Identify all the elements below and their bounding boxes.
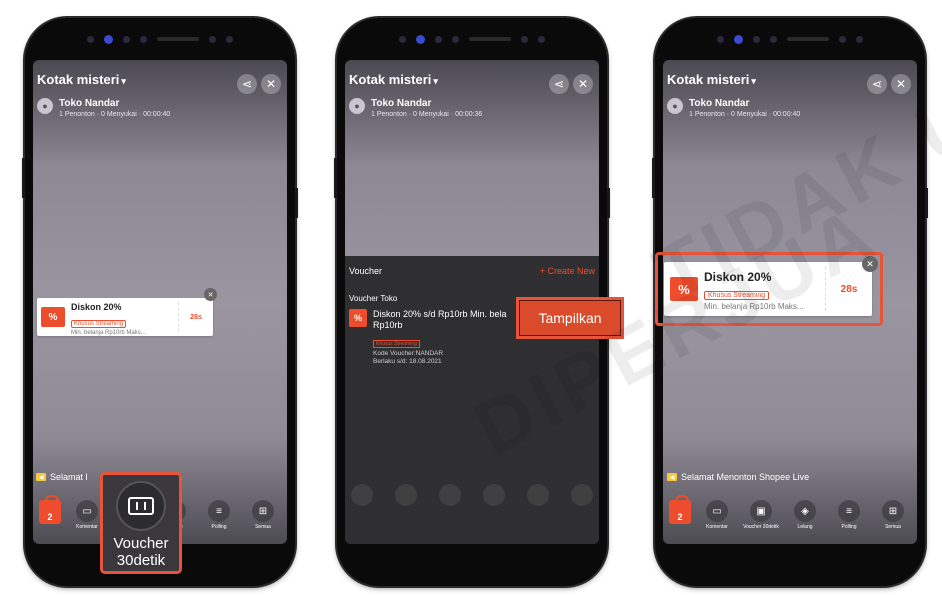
close-icon[interactable]: ✕ bbox=[573, 74, 593, 94]
voucher-icon: % bbox=[41, 307, 65, 327]
voucher-title: Diskon 20% bbox=[71, 302, 122, 312]
tampilkan-button[interactable]: Tampilkan bbox=[516, 297, 624, 339]
tool-polling[interactable]: ≡ Polling bbox=[201, 500, 237, 530]
cart-bag-icon[interactable]: 2 bbox=[39, 495, 61, 524]
polling-icon: ≡ bbox=[208, 500, 230, 522]
host-info: ● Toko Nandar 1 Penonton · 0 Menyukai · … bbox=[667, 98, 800, 118]
voucher-min: Min. belanja Rp10rb Maks... bbox=[704, 302, 804, 311]
power-button bbox=[925, 188, 928, 218]
share-icon[interactable]: ⋖ bbox=[867, 74, 887, 94]
panel-title: Voucher bbox=[349, 266, 383, 276]
voucher-icon bbox=[116, 481, 166, 531]
voucher-popup[interactable]: % Diskon 20% Khusus Streaming Min. belan… bbox=[37, 288, 217, 336]
power-button bbox=[295, 188, 298, 218]
tool-lelang[interactable]: ◈Lelang bbox=[787, 500, 823, 530]
avatar: ● bbox=[667, 98, 683, 114]
voucher-title: Diskon 20% bbox=[704, 270, 772, 284]
voucher-popup[interactable]: % Diskon 20% Khusus Streaming Min. belan… bbox=[664, 256, 878, 316]
avatar: ● bbox=[349, 98, 365, 114]
host-name: Toko Nandar bbox=[689, 98, 750, 109]
close-icon[interactable]: ✕ bbox=[261, 74, 281, 94]
avatar: ● bbox=[37, 98, 53, 114]
cart-bag-icon[interactable]: 2 bbox=[669, 495, 691, 524]
tool-voucher[interactable]: ▣Voucher 30detik bbox=[743, 500, 779, 530]
live-toolbar: 2 ▭Komentar ▣Voucher 30detik ◈Lelang ≡Po… bbox=[663, 495, 917, 530]
tool-semua[interactable]: ⊞ Semua bbox=[875, 500, 911, 530]
voucher-badge: Khusus Streaming bbox=[71, 320, 127, 328]
power-button bbox=[607, 188, 610, 218]
share-icon[interactable]: ⋖ bbox=[549, 74, 569, 94]
welcome-message: ◀ Selamat Menonton Shopee Live bbox=[667, 472, 809, 482]
create-new-link[interactable]: + Create New bbox=[540, 266, 595, 276]
share-icon[interactable]: ⋖ bbox=[237, 74, 257, 94]
tool-semua[interactable]: ⊞ Semua bbox=[245, 500, 281, 530]
megaphone-icon: ◀ bbox=[667, 473, 677, 481]
volume-button bbox=[334, 158, 337, 198]
voucher-icon: % bbox=[670, 277, 698, 301]
voucher-timer: 28s bbox=[190, 313, 202, 321]
tool-komentar[interactable]: ▭ Komentar bbox=[699, 500, 735, 530]
toolbar-shadow bbox=[351, 484, 593, 506]
voucher-item-title: Diskon 20% s/d Rp10rb Min. bela Rp10rb bbox=[373, 309, 507, 331]
voucher-code: Kode Voucher:NANDAR bbox=[373, 349, 444, 357]
close-icon[interactable]: ✕ bbox=[891, 74, 911, 94]
auction-icon: ◈ bbox=[794, 500, 816, 522]
voucher-callout[interactable]: Voucher 30detik bbox=[100, 472, 182, 574]
stream-stats: 1 Penonton · 0 Menyukai · 00:00:36 bbox=[371, 111, 483, 118]
stream-title[interactable]: Kotak misteri ▾ bbox=[667, 72, 756, 87]
host-name: Toko Nandar bbox=[59, 98, 120, 109]
tool-polling[interactable]: ≡ Polling bbox=[831, 500, 867, 530]
phone-sensors bbox=[655, 18, 925, 60]
stream-stats: 1 Penonton · 0 Menyukai · 00:00:40 bbox=[59, 111, 171, 118]
volume-button bbox=[652, 158, 655, 198]
close-icon[interactable]: ✕ bbox=[862, 256, 878, 272]
volume-button bbox=[22, 158, 25, 198]
voucher-icon: ▣ bbox=[750, 500, 772, 522]
host-info: ● Toko Nandar 1 Penonton · 0 Menyukai · … bbox=[349, 98, 482, 118]
grid-icon: ⊞ bbox=[882, 500, 904, 522]
megaphone-icon: ◀ bbox=[36, 473, 46, 481]
stream-title[interactable]: Kotak misteri ▾ bbox=[349, 72, 438, 87]
voucher-badge: Khusus Streaming bbox=[373, 339, 420, 348]
voucher-min: Min. belanja Rp10rb Maks... bbox=[71, 330, 146, 336]
grid-icon: ⊞ bbox=[252, 500, 274, 522]
voucher-callout-label: Voucher 30detik bbox=[113, 535, 169, 570]
close-icon[interactable]: ✕ bbox=[204, 288, 217, 301]
host-info: ● Toko Nandar 1 Penonton · 0 Menyukai · … bbox=[37, 98, 170, 118]
voucher-icon: % bbox=[349, 309, 367, 327]
voucher-badge: Khusus Streaming bbox=[704, 291, 770, 300]
voucher-valid: Berlaku s/d: 18.08.2021 bbox=[373, 357, 442, 365]
stream-title[interactable]: Kotak misteri ▾ bbox=[37, 72, 126, 87]
voucher-timer: 28s bbox=[840, 283, 858, 295]
phone-chin bbox=[655, 544, 925, 586]
phone-chin bbox=[337, 544, 607, 586]
comment-icon: ▭ bbox=[76, 500, 98, 522]
comment-icon: ▭ bbox=[706, 500, 728, 522]
stream-stats: 1 Penonton · 0 Menyukai · 00:00:40 bbox=[689, 111, 801, 118]
polling-icon: ≡ bbox=[838, 500, 860, 522]
host-name: Toko Nandar bbox=[371, 98, 432, 109]
phone-sensors bbox=[25, 18, 295, 60]
phone-sensors bbox=[337, 18, 607, 60]
